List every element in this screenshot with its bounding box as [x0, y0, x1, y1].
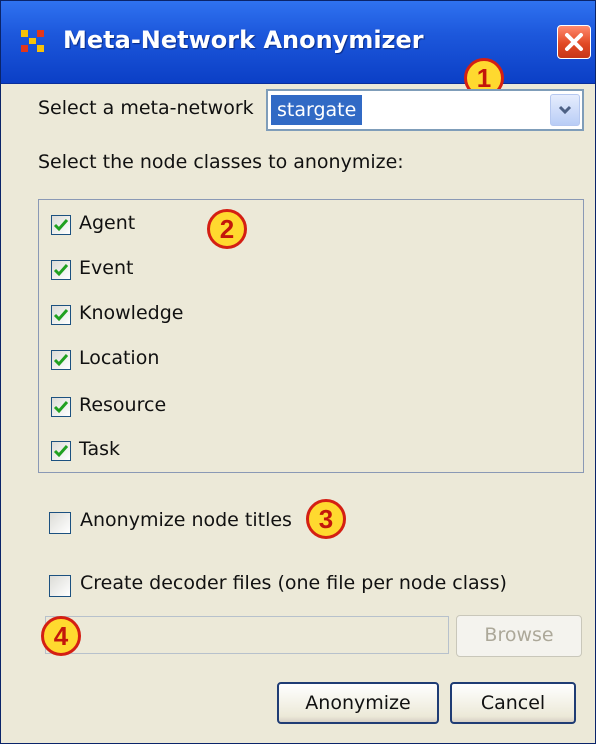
browse-button[interactable]: Browse [456, 615, 582, 657]
node-class-label: Resource [79, 394, 167, 416]
meta-network-label: Select a meta-network [38, 97, 254, 119]
dialog-window: Meta-Network Anonymizer 1 Select a meta-… [0, 0, 596, 744]
title-bar[interactable]: Meta-Network Anonymizer [1, 1, 595, 84]
node-class-label: Event [79, 257, 134, 279]
node-class-checkbox[interactable] [51, 397, 71, 417]
dropdown-button[interactable] [550, 94, 580, 126]
callout-marker: 4 [41, 616, 81, 656]
cancel-button[interactable]: Cancel [450, 682, 576, 724]
anonymize-button[interactable]: Anonymize [277, 682, 439, 724]
checkmark-icon [53, 219, 69, 232]
node-class-checkbox[interactable] [51, 350, 71, 370]
meta-network-selected-value: stargate [271, 95, 363, 125]
anonymize-titles-label: Anonymize node titles [80, 509, 292, 531]
checkmark-icon [53, 401, 69, 414]
node-class-label: Knowledge [79, 302, 184, 324]
callout-marker: 3 [306, 499, 346, 539]
anonymize-titles-checkbox[interactable] [49, 512, 71, 534]
node-class-checkbox[interactable] [51, 441, 71, 461]
create-decoder-label: Create decoder files (one file per node … [80, 572, 507, 594]
window-title: Meta-Network Anonymizer [63, 26, 424, 54]
node-class-label: Location [79, 347, 160, 369]
callout-marker: 2 [207, 209, 247, 249]
chevron-down-icon [558, 105, 572, 115]
close-button[interactable] [557, 25, 591, 59]
node-class-checkbox[interactable] [51, 215, 71, 235]
checkmark-icon [53, 264, 69, 277]
checkmark-icon [53, 354, 69, 367]
checkmark-icon [53, 309, 69, 322]
close-icon [565, 33, 583, 51]
node-class-label: Task [79, 438, 121, 460]
node-class-label: Agent [79, 212, 136, 234]
node-classes-label: Select the node classes to anonymize: [38, 151, 404, 173]
network-app-icon [21, 30, 44, 52]
checkmark-icon [53, 445, 69, 458]
node-class-checkbox[interactable] [51, 305, 71, 325]
node-classes-group: Agent Event Knowledge Location Resource [38, 199, 584, 473]
decoder-path-field[interactable] [45, 616, 449, 654]
node-class-checkbox[interactable] [51, 260, 71, 280]
create-decoder-checkbox[interactable] [49, 575, 71, 597]
meta-network-select[interactable]: stargate [266, 89, 584, 131]
